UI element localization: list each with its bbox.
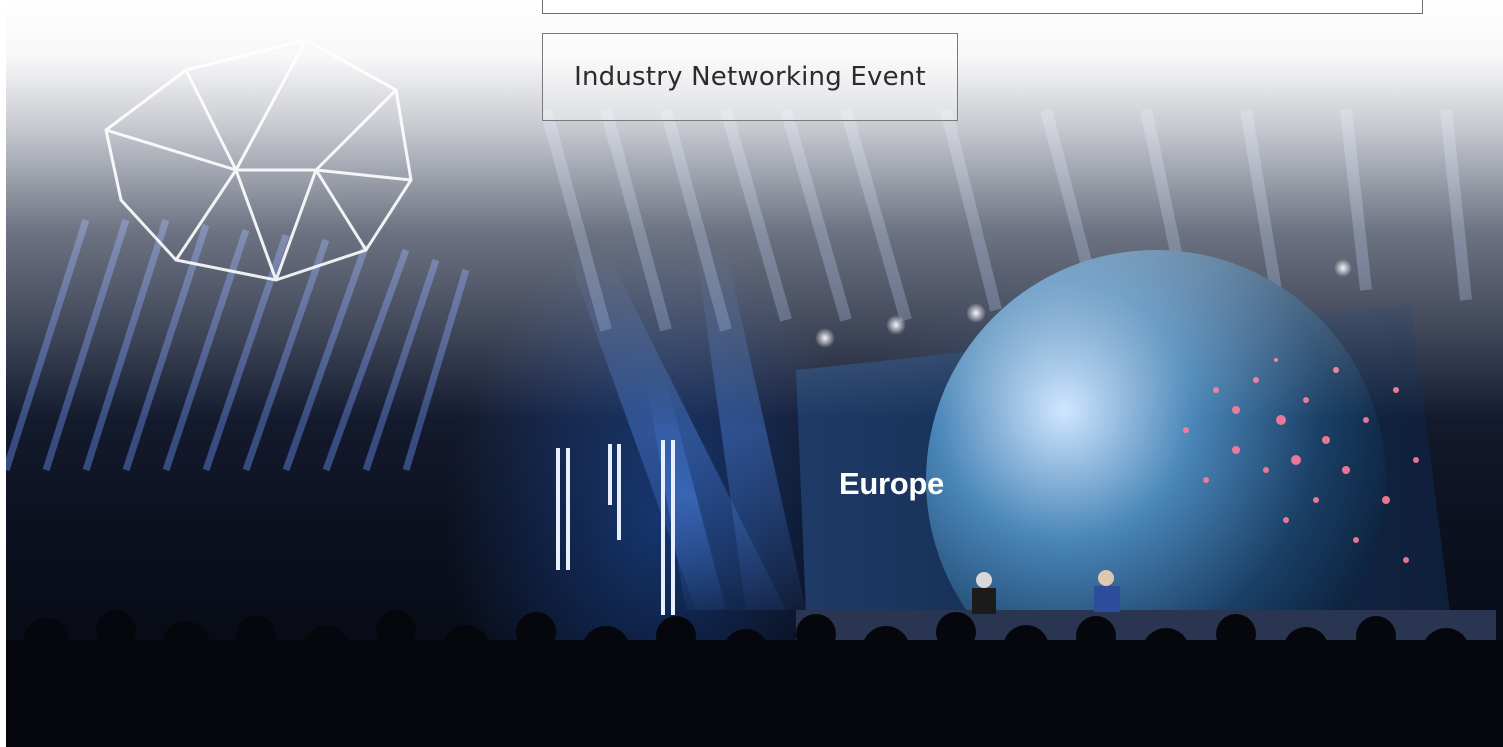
roof-slats-left bbox=[6, 218, 470, 472]
event-hero-section: Industry Networking Event Europe bbox=[0, 0, 1503, 747]
roof-slats-right bbox=[540, 108, 1472, 332]
event-category-tag[interactable]: Industry Networking Event bbox=[542, 33, 958, 121]
screen-region-label: Europe bbox=[839, 466, 944, 501]
geodesic-light-sculpture bbox=[104, 38, 413, 282]
header-field[interactable] bbox=[542, 0, 1423, 14]
stage-light-beams bbox=[566, 250, 806, 610]
event-category-label: Industry Networking Event bbox=[574, 62, 926, 92]
